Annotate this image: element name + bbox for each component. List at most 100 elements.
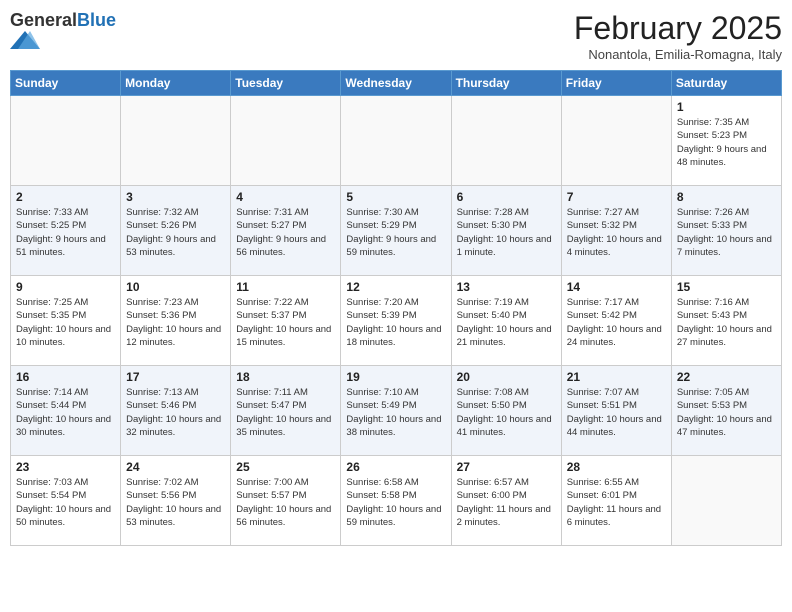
day-number: 17: [126, 370, 225, 384]
day-number: 10: [126, 280, 225, 294]
day-info: Sunrise: 7:00 AM Sunset: 5:57 PM Dayligh…: [236, 476, 335, 529]
calendar-table: SundayMondayTuesdayWednesdayThursdayFrid…: [10, 70, 782, 546]
day-info: Sunrise: 7:25 AM Sunset: 5:35 PM Dayligh…: [16, 296, 115, 349]
calendar-cell: 15 Sunrise: 7:16 AM Sunset: 5:43 PM Dayli…: [671, 276, 781, 366]
calendar-cell: 22 Sunrise: 7:05 AM Sunset: 5:53 PM Dayli…: [671, 366, 781, 456]
day-number: 28: [567, 460, 666, 474]
calendar-cell: 13Sunrise: 7:19 AM Sunset: 5:40 PM Dayli…: [451, 276, 561, 366]
day-info: Sunrise: 7:32 AM Sunset: 5:26 PM Dayligh…: [126, 206, 225, 259]
day-info: Sunrise: 7:30 AM Sunset: 5:29 PM Dayligh…: [346, 206, 445, 259]
calendar-cell: 1 Sunrise: 7:35 AM Sunset: 5:23 PM Daylig…: [671, 96, 781, 186]
calendar-cell: 16 Sunrise: 7:14 AM Sunset: 5:44 PM Dayli…: [11, 366, 121, 456]
calendar-week-2: 2Sunrise: 7:33 AM Sunset: 5:25 PM Daylig…: [11, 186, 782, 276]
calendar-cell: 3 Sunrise: 7:32 AM Sunset: 5:26 PM Daylig…: [121, 186, 231, 276]
calendar-cell: 14 Sunrise: 7:17 AM Sunset: 5:42 PM Dayli…: [561, 276, 671, 366]
day-info: Sunrise: 6:55 AM Sunset: 6:01 PM Dayligh…: [567, 476, 666, 529]
title-block: February 2025 Nonantola, Emilia-Romagna,…: [574, 10, 782, 62]
weekday-monday: Monday: [121, 71, 231, 96]
calendar-cell: 4 Sunrise: 7:31 AM Sunset: 5:27 PM Daylig…: [231, 186, 341, 276]
day-info: Sunrise: 6:57 AM Sunset: 6:00 PM Dayligh…: [457, 476, 556, 529]
calendar-week-5: 23 Sunrise: 7:03 AM Sunset: 5:54 PM Dayli…: [11, 456, 782, 546]
day-info: Sunrise: 7:22 AM Sunset: 5:37 PM Dayligh…: [236, 296, 335, 349]
day-info: Sunrise: 7:11 AM Sunset: 5:47 PM Dayligh…: [236, 386, 335, 439]
calendar-cell: [561, 96, 671, 186]
day-number: 27: [457, 460, 556, 474]
day-info: Sunrise: 7:03 AM Sunset: 5:54 PM Dayligh…: [16, 476, 115, 529]
day-number: 16: [16, 370, 115, 384]
day-info: Sunrise: 6:58 AM Sunset: 5:58 PM Dayligh…: [346, 476, 445, 529]
day-info: Sunrise: 7:16 AM Sunset: 5:43 PM Dayligh…: [677, 296, 776, 349]
day-number: 8: [677, 190, 776, 204]
day-info: Sunrise: 7:14 AM Sunset: 5:44 PM Dayligh…: [16, 386, 115, 439]
day-number: 5: [346, 190, 445, 204]
calendar-cell: 12 Sunrise: 7:20 AM Sunset: 5:39 PM Dayli…: [341, 276, 451, 366]
calendar-cell: 26 Sunrise: 6:58 AM Sunset: 5:58 PM Dayli…: [341, 456, 451, 546]
calendar-week-3: 9 Sunrise: 7:25 AM Sunset: 5:35 PM Daylig…: [11, 276, 782, 366]
day-number: 26: [346, 460, 445, 474]
day-info: Sunrise: 7:10 AM Sunset: 5:49 PM Dayligh…: [346, 386, 445, 439]
calendar-cell: [231, 96, 341, 186]
calendar-cell: 7 Sunrise: 7:27 AM Sunset: 5:32 PM Daylig…: [561, 186, 671, 276]
day-info: Sunrise: 7:35 AM Sunset: 5:23 PM Dayligh…: [677, 116, 776, 169]
day-number: 23: [16, 460, 115, 474]
day-number: 13: [457, 280, 556, 294]
weekday-saturday: Saturday: [671, 71, 781, 96]
day-info: Sunrise: 7:20 AM Sunset: 5:39 PM Dayligh…: [346, 296, 445, 349]
weekday-sunday: Sunday: [11, 71, 121, 96]
header: GeneralBlue February 2025 Nonantola, Emi…: [10, 10, 782, 62]
weekday-header-row: SundayMondayTuesdayWednesdayThursdayFrid…: [11, 71, 782, 96]
location-subtitle: Nonantola, Emilia-Romagna, Italy: [574, 47, 782, 62]
calendar-cell: 2Sunrise: 7:33 AM Sunset: 5:25 PM Daylig…: [11, 186, 121, 276]
calendar-cell: 5 Sunrise: 7:30 AM Sunset: 5:29 PM Daylig…: [341, 186, 451, 276]
day-number: 9: [16, 280, 115, 294]
calendar-cell: 10 Sunrise: 7:23 AM Sunset: 5:36 PM Dayli…: [121, 276, 231, 366]
day-info: Sunrise: 7:05 AM Sunset: 5:53 PM Dayligh…: [677, 386, 776, 439]
calendar-week-4: 16 Sunrise: 7:14 AM Sunset: 5:44 PM Dayli…: [11, 366, 782, 456]
calendar-cell: 17Sunrise: 7:13 AM Sunset: 5:46 PM Dayli…: [121, 366, 231, 456]
calendar-cell: 20Sunrise: 7:08 AM Sunset: 5:50 PM Dayli…: [451, 366, 561, 456]
calendar-cell: 8 Sunrise: 7:26 AM Sunset: 5:33 PM Daylig…: [671, 186, 781, 276]
page: GeneralBlue February 2025 Nonantola, Emi…: [0, 0, 792, 612]
calendar-cell: 25 Sunrise: 7:00 AM Sunset: 5:57 PM Dayli…: [231, 456, 341, 546]
calendar-cell: 6Sunrise: 7:28 AM Sunset: 5:30 PM Daylig…: [451, 186, 561, 276]
day-number: 21: [567, 370, 666, 384]
day-number: 18: [236, 370, 335, 384]
calendar-cell: 11 Sunrise: 7:22 AM Sunset: 5:37 PM Dayli…: [231, 276, 341, 366]
month-title: February 2025: [574, 10, 782, 47]
calendar-cell: [121, 96, 231, 186]
day-info: Sunrise: 7:17 AM Sunset: 5:42 PM Dayligh…: [567, 296, 666, 349]
day-number: 1: [677, 100, 776, 114]
calendar-cell: 19 Sunrise: 7:10 AM Sunset: 5:49 PM Dayli…: [341, 366, 451, 456]
calendar-cell: 18 Sunrise: 7:11 AM Sunset: 5:47 PM Dayli…: [231, 366, 341, 456]
day-number: 14: [567, 280, 666, 294]
day-number: 22: [677, 370, 776, 384]
day-info: Sunrise: 7:27 AM Sunset: 5:32 PM Dayligh…: [567, 206, 666, 259]
calendar-cell: 27 Sunrise: 6:57 AM Sunset: 6:00 PM Dayli…: [451, 456, 561, 546]
day-number: 3: [126, 190, 225, 204]
day-number: 15: [677, 280, 776, 294]
day-number: 2: [16, 190, 115, 204]
calendar-cell: [341, 96, 451, 186]
day-number: 4: [236, 190, 335, 204]
logo-general: General: [10, 10, 77, 30]
weekday-thursday: Thursday: [451, 71, 561, 96]
day-number: 12: [346, 280, 445, 294]
day-number: 11: [236, 280, 335, 294]
day-number: 24: [126, 460, 225, 474]
day-number: 7: [567, 190, 666, 204]
logo-icon: [10, 31, 40, 49]
day-info: Sunrise: 7:26 AM Sunset: 5:33 PM Dayligh…: [677, 206, 776, 259]
calendar-cell: 28 Sunrise: 6:55 AM Sunset: 6:01 PM Dayli…: [561, 456, 671, 546]
day-info: Sunrise: 7:23 AM Sunset: 5:36 PM Dayligh…: [126, 296, 225, 349]
day-number: 20: [457, 370, 556, 384]
day-number: 19: [346, 370, 445, 384]
calendar-cell: 9 Sunrise: 7:25 AM Sunset: 5:35 PM Daylig…: [11, 276, 121, 366]
day-number: 25: [236, 460, 335, 474]
logo-text: GeneralBlue: [10, 10, 116, 31]
day-info: Sunrise: 7:07 AM Sunset: 5:51 PM Dayligh…: [567, 386, 666, 439]
weekday-wednesday: Wednesday: [341, 71, 451, 96]
day-info: Sunrise: 7:31 AM Sunset: 5:27 PM Dayligh…: [236, 206, 335, 259]
logo-blue: Blue: [77, 10, 116, 30]
weekday-friday: Friday: [561, 71, 671, 96]
logo: GeneralBlue: [10, 10, 116, 54]
